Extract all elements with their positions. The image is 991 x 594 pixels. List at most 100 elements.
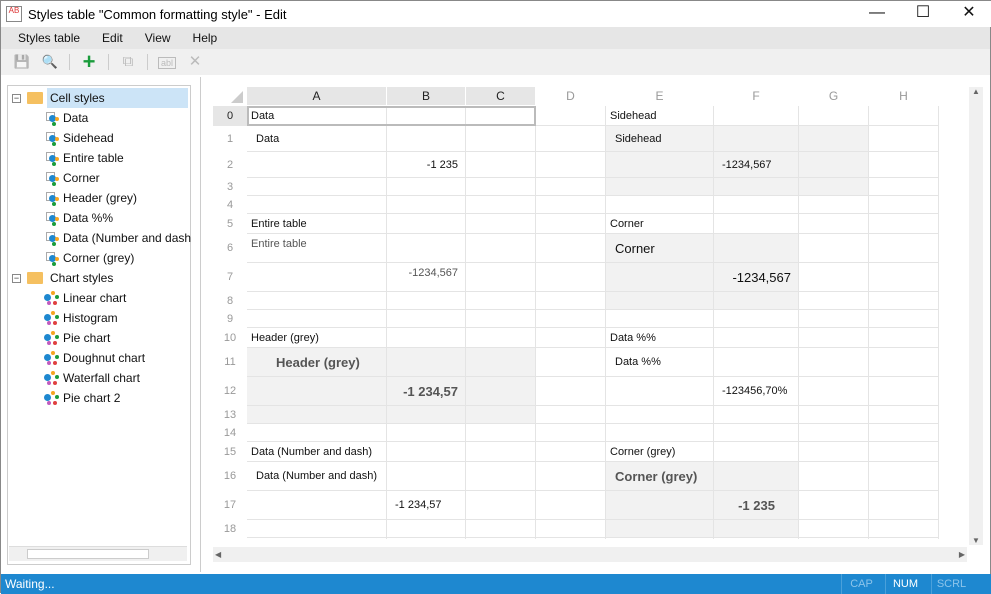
grid-cell[interactable] — [869, 406, 939, 424]
tree-item[interactable]: Data — [44, 108, 88, 128]
grid-cell[interactable] — [536, 106, 606, 126]
column-header-C[interactable]: C — [466, 87, 536, 105]
grid-cell[interactable] — [714, 126, 799, 152]
tree-item[interactable]: Corner (grey) — [44, 248, 134, 268]
grid-cell[interactable] — [466, 520, 536, 538]
grid-cell[interactable] — [387, 292, 466, 310]
tree-item[interactable]: Pie chart 2 — [44, 388, 120, 408]
splitter[interactable] — [200, 77, 201, 572]
row-header-6[interactable]: 6 — [213, 234, 247, 263]
grid-cell[interactable] — [869, 520, 939, 538]
grid-cell[interactable] — [247, 491, 387, 520]
grid-cell[interactable] — [387, 126, 466, 152]
tree-folder-cell-styles[interactable]: − Cell styles — [12, 88, 188, 108]
grid-cell[interactable] — [606, 406, 714, 424]
column-header-F[interactable]: F — [714, 87, 799, 105]
grid-cell[interactable] — [714, 310, 799, 328]
grid-cell[interactable] — [387, 406, 466, 424]
tree-horizontal-scrollbar[interactable] — [9, 546, 187, 561]
tree-item[interactable]: Doughnut chart — [44, 348, 145, 368]
grid-cell[interactable] — [869, 491, 939, 520]
grid-cell[interactable] — [606, 292, 714, 310]
grid-cell[interactable] — [247, 263, 387, 292]
grid-cell[interactable] — [466, 310, 536, 328]
tree-item[interactable]: Linear chart — [44, 288, 126, 308]
horizontal-scrollbar[interactable]: ◀ ▶ — [213, 547, 967, 562]
grid-cell[interactable] — [247, 196, 387, 214]
copy-button[interactable]: ⧉ — [115, 51, 141, 73]
row-header-17[interactable]: 17 — [213, 491, 247, 520]
grid-cell[interactable] — [466, 263, 536, 292]
maximize-button[interactable]: ☐ — [900, 1, 946, 27]
grid-cell[interactable] — [247, 377, 387, 406]
grid-cell[interactable] — [387, 348, 466, 377]
grid-cell[interactable] — [536, 491, 606, 520]
grid-cell[interactable] — [536, 328, 606, 348]
scroll-up-arrow[interactable]: ▲ — [969, 87, 983, 96]
grid-cell[interactable] — [387, 178, 466, 196]
grid-cell[interactable] — [799, 424, 869, 442]
vertical-scrollbar[interactable]: ▲ ▼ — [969, 87, 983, 545]
column-header-A[interactable]: A — [247, 87, 387, 105]
grid-cell[interactable] — [606, 152, 714, 178]
row-header-2[interactable]: 2 — [213, 152, 247, 178]
grid-cell[interactable] — [536, 196, 606, 214]
row-header-14[interactable]: 14 — [213, 424, 247, 442]
grid-cell[interactable] — [466, 491, 536, 520]
row-header-9[interactable]: 9 — [213, 310, 247, 328]
grid-cell[interactable] — [714, 292, 799, 310]
column-header-B[interactable]: B — [387, 87, 466, 105]
rename-button[interactable]: abl — [154, 51, 180, 73]
grid-cell[interactable] — [247, 152, 387, 178]
grid-cell[interactable] — [869, 196, 939, 214]
grid-cell[interactable] — [387, 196, 466, 214]
row-header-3[interactable]: 3 — [213, 178, 247, 196]
grid-cell[interactable] — [466, 377, 536, 406]
column-header-E[interactable]: E — [606, 87, 714, 105]
tree-item[interactable]: Data (Number and dash — [44, 228, 191, 248]
grid-cell[interactable] — [869, 377, 939, 406]
grid-cell[interactable] — [714, 214, 799, 234]
tree-item[interactable]: Sidehead — [44, 128, 114, 148]
grid-cell[interactable] — [387, 462, 466, 491]
grid-cell[interactable] — [387, 442, 466, 462]
row-header-13[interactable]: 13 — [213, 406, 247, 424]
tree-item[interactable]: Histogram — [44, 308, 118, 328]
row-header-8[interactable]: 8 — [213, 292, 247, 310]
row-header-18[interactable]: 18 — [213, 520, 247, 538]
grid-cell[interactable] — [466, 292, 536, 310]
grid-cell[interactable] — [869, 263, 939, 292]
row-header-1[interactable]: 1 — [213, 126, 247, 152]
grid-cell[interactable] — [799, 178, 869, 196]
grid-cell[interactable] — [714, 520, 799, 538]
menu-edit[interactable]: Edit — [91, 31, 134, 45]
tree-scroll-thumb[interactable] — [27, 549, 149, 559]
grid-cell[interactable] — [247, 292, 387, 310]
tree-item[interactable]: Header (grey) — [44, 188, 137, 208]
grid-cell[interactable] — [466, 406, 536, 424]
grid-cell[interactable] — [466, 152, 536, 178]
grid-cell[interactable] — [466, 234, 536, 263]
grid-cell[interactable] — [799, 214, 869, 234]
row-header-10[interactable]: 10 — [213, 328, 247, 348]
grid-cell[interactable] — [869, 178, 939, 196]
select-all-corner[interactable] — [231, 91, 243, 103]
grid-cell[interactable] — [799, 328, 869, 348]
grid-cell[interactable] — [606, 520, 714, 538]
grid-cell[interactable] — [869, 442, 939, 462]
grid-cell[interactable] — [536, 214, 606, 234]
grid-cell[interactable] — [799, 348, 869, 377]
grid-cell[interactable] — [466, 196, 536, 214]
grid-cell[interactable] — [606, 178, 714, 196]
grid-cell[interactable] — [536, 126, 606, 152]
grid-cell[interactable] — [536, 292, 606, 310]
scroll-right-arrow[interactable]: ▶ — [959, 547, 965, 562]
grid-cell[interactable] — [606, 196, 714, 214]
grid-cell[interactable] — [536, 406, 606, 424]
grid-cell[interactable] — [536, 310, 606, 328]
grid-cell[interactable] — [799, 234, 869, 263]
menu-styles-table[interactable]: Styles table — [7, 31, 91, 45]
grid-cell[interactable] — [247, 406, 387, 424]
grid-cell[interactable] — [714, 196, 799, 214]
grid-cell[interactable] — [869, 126, 939, 152]
